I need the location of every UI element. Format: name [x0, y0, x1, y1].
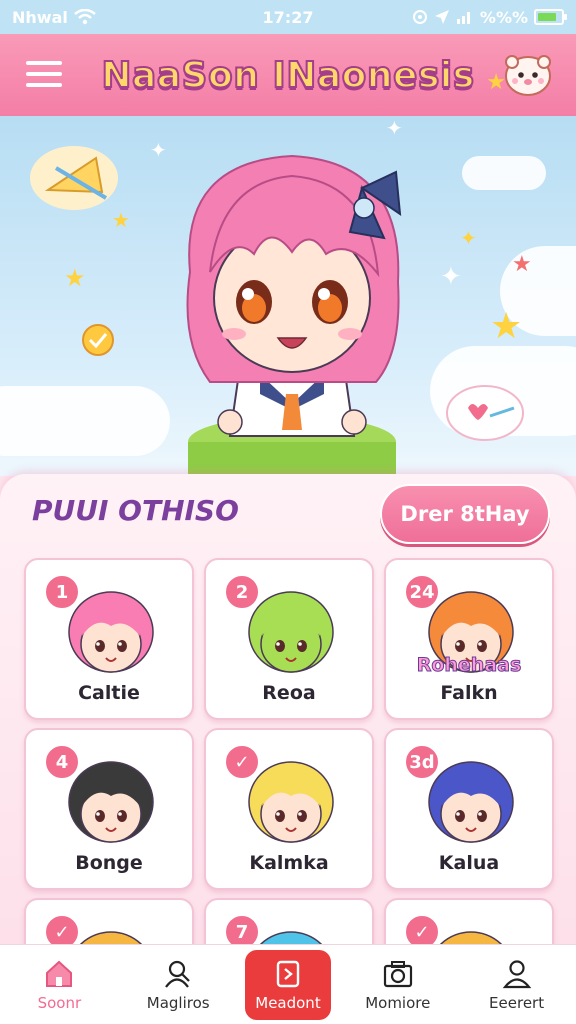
app-header: NaaSon INaonesis ★	[0, 34, 576, 116]
main-character[interactable]	[150, 142, 440, 476]
sparkle-icon: ★	[64, 264, 86, 292]
character-card[interactable]: 3d Kalua	[384, 728, 554, 890]
sparkle-icon: ✦	[386, 116, 403, 140]
nav-eeerert[interactable]: Eeerert	[465, 949, 569, 1021]
nav-home[interactable]: Soonr	[7, 949, 111, 1021]
card-rank-badge: 24	[404, 574, 440, 610]
section-title: PUUI OTHISO	[32, 494, 239, 527]
sparkle-icon: ✦	[440, 262, 462, 292]
carrier-label: Nhwal	[12, 7, 68, 27]
profile-icon	[502, 959, 531, 988]
nav-momiore[interactable]: Momiore	[346, 949, 450, 1021]
clock: 17:27	[262, 7, 314, 27]
card-name: Kalmka	[249, 852, 329, 874]
cellular-icon	[456, 12, 470, 24]
check-badge-icon	[82, 324, 114, 356]
mascot-icon[interactable]	[502, 48, 554, 100]
card-rank-badge: 1	[44, 574, 80, 610]
menu-button[interactable]	[24, 56, 64, 92]
app-title: NaaSon INaonesis	[100, 54, 475, 97]
cloud-decoration	[0, 386, 170, 456]
nav-label: Momiore	[365, 993, 431, 1012]
character-card[interactable]: 2 Reoa	[204, 558, 374, 720]
card-name: Kalua	[438, 852, 500, 874]
sparkle-icon: ★	[112, 208, 130, 232]
hamburger-line	[26, 83, 62, 87]
card-rank-badge: 4	[44, 744, 80, 780]
sparkle-icon: ★	[490, 306, 523, 347]
battery-icon	[534, 9, 567, 25]
character-card[interactable]: 4 Bonge	[24, 728, 194, 890]
nav-label: Eeerert	[489, 993, 545, 1012]
cheese-icon	[30, 146, 118, 210]
heart-bubble-icon	[446, 385, 524, 441]
nav-label: Soonr	[37, 993, 82, 1012]
status-bar: Nhwal 17:27 %%%	[0, 0, 576, 34]
user-search-icon	[165, 960, 190, 988]
location-icon	[412, 10, 427, 24]
sparkle-icon: ✦	[460, 226, 477, 250]
card-rank-badge: 3d	[404, 744, 440, 780]
nav-label: Meadont	[255, 993, 321, 1012]
hero-banner: ✦ ★ ★ ★ ★ ✦ ✦ ✦	[0, 116, 576, 476]
character-card[interactable]: 1 Caltie	[24, 558, 194, 720]
sparkle-icon: ★	[512, 252, 532, 277]
bottom-navigation: Soonr Magliros Meadont Momiore Eeerert	[0, 944, 576, 1024]
battery-percent: %%%	[479, 7, 528, 27]
character-card[interactable]: 24 Rohehaas Falkn	[384, 558, 554, 720]
character-card[interactable]: ✓ Kalmka	[204, 728, 374, 890]
nav-magliros[interactable]: Magliros	[126, 949, 230, 1021]
camera-icon	[383, 960, 412, 987]
nav-label: Magliros	[146, 993, 210, 1012]
nav-meadont[interactable]: Meadont	[244, 949, 331, 1020]
cloud-decoration	[462, 156, 546, 190]
hamburger-icon	[26, 61, 62, 65]
card-overlay-label: Rohehaas	[416, 654, 522, 677]
card-name: Reoa	[262, 682, 316, 704]
battery-fill	[538, 13, 556, 21]
hamburger-line	[26, 72, 62, 76]
card-rank-badge: ✓	[224, 744, 260, 780]
tag-icon	[276, 960, 300, 987]
home-icon	[46, 960, 73, 987]
card-rank-badge: 2	[224, 574, 260, 610]
section-action-button[interactable]: Drer 8tHay	[380, 484, 550, 544]
card-name: Caltie	[78, 682, 140, 704]
wifi-icon	[74, 9, 96, 25]
card-name: Falkn	[440, 682, 498, 704]
character-panel: PUUI OTHISO Drer 8tHay 1 Caltie 2 Reoa 24 Roh…	[0, 474, 576, 1024]
navigation-icon	[434, 10, 449, 24]
card-name: Bonge	[75, 852, 143, 874]
